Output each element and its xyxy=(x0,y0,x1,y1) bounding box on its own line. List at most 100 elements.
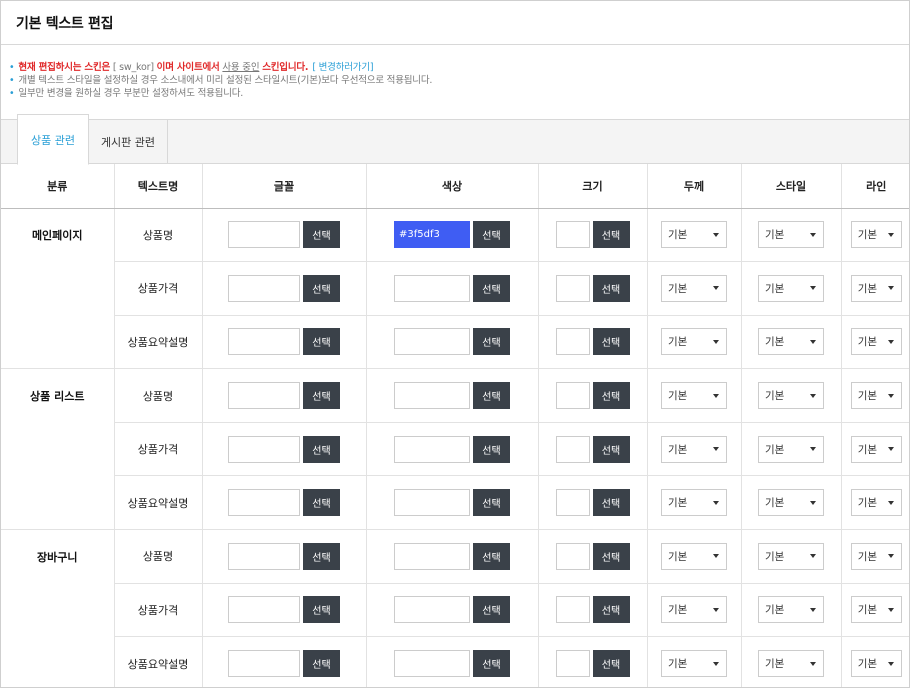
font-input[interactable] xyxy=(228,542,300,570)
size-input[interactable] xyxy=(555,382,590,410)
font-select-button[interactable]: 선택 xyxy=(303,596,340,624)
chevron-down-icon xyxy=(810,554,816,559)
change-skin-link[interactable]: [ 변경하러가기] xyxy=(312,62,373,73)
color-input[interactable] xyxy=(394,221,470,249)
tab-board[interactable]: 게시판 관련 xyxy=(89,120,168,164)
weight-select[interactable]: 기본 xyxy=(661,382,727,410)
size-input[interactable] xyxy=(555,489,590,517)
size-select-button[interactable]: 선택 xyxy=(592,274,630,302)
size-select-button[interactable]: 선택 xyxy=(592,435,630,463)
line-select[interactable]: 기본 xyxy=(850,542,902,570)
weight-select[interactable]: 기본 xyxy=(661,274,727,302)
table-row: 상품 리스트 상품명 선택 선택 선택 기본 기본 기본 xyxy=(1,368,909,423)
font-input[interactable] xyxy=(228,221,300,249)
font-select-button[interactable]: 선택 xyxy=(303,382,340,410)
color-input[interactable] xyxy=(394,435,470,463)
size-input[interactable] xyxy=(555,328,590,356)
size-input[interactable] xyxy=(555,650,590,678)
style-select[interactable]: 기본 xyxy=(758,650,824,678)
font-cell: 선택 xyxy=(202,529,367,584)
style-select[interactable]: 기본 xyxy=(758,596,824,624)
size-select-button[interactable]: 선택 xyxy=(592,221,630,249)
weight-select-value: 기본 xyxy=(668,604,688,617)
line-select[interactable]: 기본 xyxy=(850,221,902,249)
weight-select[interactable]: 기본 xyxy=(661,221,727,249)
style-cell: 기본 xyxy=(741,636,842,687)
color-select-button[interactable]: 선택 xyxy=(473,542,510,570)
line-select[interactable]: 기본 xyxy=(850,435,902,463)
weight-select[interactable]: 기본 xyxy=(661,650,727,678)
font-input[interactable] xyxy=(228,435,300,463)
color-input[interactable] xyxy=(394,328,470,356)
weight-select[interactable]: 기본 xyxy=(661,435,727,463)
chevron-down-icon xyxy=(887,339,894,344)
line-select[interactable]: 기본 xyxy=(850,489,902,517)
tab-bar: 상품 관련 게시판 관련 xyxy=(1,114,909,165)
color-input[interactable] xyxy=(394,650,470,678)
line-select[interactable]: 기본 xyxy=(850,328,902,356)
style-select[interactable]: 기본 xyxy=(758,328,824,356)
style-select[interactable]: 기본 xyxy=(758,382,824,410)
weight-select[interactable]: 기본 xyxy=(661,542,727,570)
color-select-button[interactable]: 선택 xyxy=(473,489,510,517)
size-select-button[interactable]: 선택 xyxy=(592,382,630,410)
color-select-button[interactable]: 선택 xyxy=(473,274,510,302)
font-select-button[interactable]: 선택 xyxy=(303,650,340,678)
font-select-button[interactable]: 선택 xyxy=(303,221,340,249)
font-select-button[interactable]: 선택 xyxy=(303,489,340,517)
style-select[interactable]: 기본 xyxy=(758,274,824,302)
color-select-button[interactable]: 선택 xyxy=(473,435,510,463)
style-select[interactable]: 기본 xyxy=(758,435,824,463)
size-input[interactable] xyxy=(555,596,590,624)
line-select[interactable]: 기본 xyxy=(850,382,902,410)
size-select-button[interactable]: 선택 xyxy=(592,328,630,356)
size-select-button[interactable]: 선택 xyxy=(592,596,630,624)
color-input[interactable] xyxy=(394,274,470,302)
size-input[interactable] xyxy=(555,274,590,302)
style-select[interactable]: 기본 xyxy=(758,489,824,517)
font-input[interactable] xyxy=(228,328,300,356)
line-select[interactable]: 기본 xyxy=(850,596,902,624)
color-input[interactable] xyxy=(394,382,470,410)
line-select[interactable]: 기본 xyxy=(850,274,902,302)
header-text-name: 텍스트명 xyxy=(114,164,203,209)
header-size: 크기 xyxy=(538,164,648,209)
color-select-button[interactable]: 선택 xyxy=(473,382,510,410)
font-input[interactable] xyxy=(228,596,300,624)
line-cell: 기본 xyxy=(841,475,909,531)
chevron-down-icon xyxy=(713,554,719,559)
style-select-value: 기본 xyxy=(765,497,785,510)
size-select-button[interactable]: 선택 xyxy=(592,489,630,517)
color-input[interactable] xyxy=(394,489,470,517)
font-input[interactable] xyxy=(228,274,300,302)
size-input[interactable] xyxy=(555,435,590,463)
line-select[interactable]: 기본 xyxy=(850,650,902,678)
color-input[interactable] xyxy=(394,596,470,624)
header-category: 분류 xyxy=(1,164,115,209)
color-select-button[interactable]: 선택 xyxy=(473,650,510,678)
weight-select[interactable]: 기본 xyxy=(661,328,727,356)
size-input[interactable] xyxy=(555,542,590,570)
color-input[interactable] xyxy=(394,542,470,570)
color-select-button[interactable]: 선택 xyxy=(473,596,510,624)
weight-select-value: 기본 xyxy=(668,282,688,295)
text-name-cell: 상품가격 xyxy=(114,422,203,477)
font-input[interactable] xyxy=(228,489,300,517)
weight-select[interactable]: 기본 xyxy=(661,596,727,624)
size-input[interactable] xyxy=(555,221,590,249)
size-select-button[interactable]: 선택 xyxy=(592,650,630,678)
font-select-button[interactable]: 선택 xyxy=(303,542,340,570)
weight-cell: 기본 xyxy=(647,636,742,687)
tab-product[interactable]: 상품 관련 xyxy=(17,114,89,165)
font-select-button[interactable]: 선택 xyxy=(303,435,340,463)
style-select[interactable]: 기본 xyxy=(758,221,824,249)
weight-select[interactable]: 기본 xyxy=(661,489,727,517)
style-select[interactable]: 기본 xyxy=(758,542,824,570)
color-select-button[interactable]: 선택 xyxy=(473,328,510,356)
size-select-button[interactable]: 선택 xyxy=(592,542,630,570)
font-input[interactable] xyxy=(228,382,300,410)
font-select-button[interactable]: 선택 xyxy=(303,328,340,356)
font-input[interactable] xyxy=(228,650,300,678)
color-select-button[interactable]: 선택 xyxy=(473,221,510,249)
font-select-button[interactable]: 선택 xyxy=(303,274,340,302)
